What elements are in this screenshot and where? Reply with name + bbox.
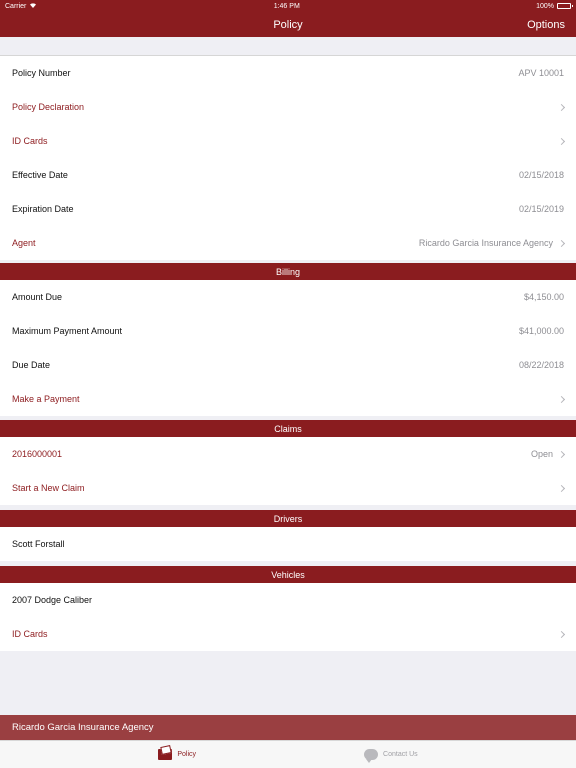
tab-policy-label: Policy — [177, 751, 197, 758]
row-amount-due: Amount Due $4,150.00 — [0, 280, 576, 314]
page-title: Policy — [273, 18, 303, 31]
max-payment-label: Maximum Payment Amount — [12, 326, 123, 336]
row-max-payment: Maximum Payment Amount $41,000.00 — [0, 314, 576, 348]
amount-due-value: $4,150.00 — [523, 292, 564, 302]
agency-name: Ricardo Garcia Insurance Agency — [12, 722, 154, 733]
chat-icon — [364, 749, 379, 763]
due-date-label: Due Date — [12, 360, 51, 370]
policy-section: Policy Number APV 10001 Policy Declarati… — [0, 56, 576, 260]
due-date-value: 08/22/2018 — [518, 360, 564, 370]
drivers-header: Drivers — [0, 510, 576, 527]
expiration-date-value: 02/15/2019 — [518, 204, 564, 214]
chevron-right-icon — [557, 395, 566, 403]
row-effective-date: Effective Date 02/15/2018 — [0, 158, 576, 192]
billing-header: Billing — [0, 263, 576, 280]
status-time: 1:46 PM — [273, 2, 300, 10]
chevron-right-icon — [557, 484, 566, 492]
row-policy-declaration[interactable]: Policy Declaration — [0, 90, 576, 124]
status-bar: Carrier 1:46 PM 100% — [0, 0, 576, 12]
amount-due-label: Amount Due — [12, 292, 63, 302]
carrier-label: Carrier — [5, 2, 27, 10]
new-claim-label: Start a New Claim — [12, 483, 85, 493]
chevron-right-icon — [557, 103, 566, 111]
tab-contact-label: Contact Us — [383, 751, 418, 758]
top-spacer — [0, 37, 576, 56]
id-cards-label: ID Cards — [12, 136, 48, 146]
tab-bar: Policy Contact Us — [0, 740, 576, 768]
effective-date-label: Effective Date — [12, 170, 68, 180]
policy-icon — [158, 749, 173, 760]
agent-value: Ricardo Garcia Insurance Agency — [418, 238, 553, 248]
chevron-right-icon — [557, 450, 566, 458]
policy-number-label: Policy Number — [12, 68, 71, 78]
wifi-icon — [29, 2, 37, 10]
vehicle-id-cards-label: ID Cards — [12, 629, 48, 639]
chevron-right-icon — [557, 137, 566, 145]
vehicle-name: 2007 Dodge Caliber — [12, 595, 93, 605]
chevron-right-icon — [557, 630, 566, 638]
row-agent[interactable]: Agent Ricardo Garcia Insurance Agency — [0, 226, 576, 260]
row-policy-number: Policy Number APV 10001 — [0, 56, 576, 90]
max-payment-value: $41,000.00 — [518, 326, 564, 336]
row-new-claim[interactable]: Start a New Claim — [0, 471, 576, 505]
claims-header: Claims — [0, 420, 576, 437]
tab-contact-us[interactable]: Contact Us — [364, 749, 418, 763]
claims-section: 2016000001 Open Start a New Claim — [0, 437, 576, 505]
row-claim[interactable]: 2016000001 Open — [0, 437, 576, 471]
claim-status: Open — [530, 449, 553, 459]
options-button[interactable]: Options — [527, 12, 565, 37]
row-due-date: Due Date 08/22/2018 — [0, 348, 576, 382]
row-vehicle-id-cards[interactable]: ID Cards — [0, 617, 576, 651]
tab-policy[interactable]: Policy — [158, 749, 196, 760]
make-payment-label: Make a Payment — [12, 394, 80, 404]
vehicles-section: 2007 Dodge Caliber ID Cards — [0, 583, 576, 651]
row-make-payment[interactable]: Make a Payment — [0, 382, 576, 416]
battery-percent: 100% — [536, 2, 554, 10]
agent-label: Agent — [12, 238, 36, 248]
expiration-date-label: Expiration Date — [12, 204, 74, 214]
agency-bar[interactable]: Ricardo Garcia Insurance Agency — [0, 715, 576, 740]
chevron-right-icon — [557, 239, 566, 247]
row-driver: Scott Forstall — [0, 527, 576, 561]
driver-name: Scott Forstall — [12, 539, 65, 549]
vehicles-header: Vehicles — [0, 566, 576, 583]
claim-number-label: 2016000001 — [12, 449, 63, 459]
row-vehicle: 2007 Dodge Caliber — [0, 583, 576, 617]
battery-icon — [557, 3, 573, 9]
row-expiration-date: Expiration Date 02/15/2019 — [0, 192, 576, 226]
policy-number-value: APV 10001 — [518, 68, 564, 78]
status-left: Carrier — [5, 2, 37, 10]
effective-date-value: 02/15/2018 — [518, 170, 564, 180]
drivers-section: Scott Forstall — [0, 527, 576, 561]
nav-bar: Policy Options — [0, 12, 576, 37]
policy-declaration-label: Policy Declaration — [12, 102, 85, 112]
status-right: 100% — [536, 2, 573, 10]
row-id-cards[interactable]: ID Cards — [0, 124, 576, 158]
billing-section: Amount Due $4,150.00 Maximum Payment Amo… — [0, 280, 576, 416]
